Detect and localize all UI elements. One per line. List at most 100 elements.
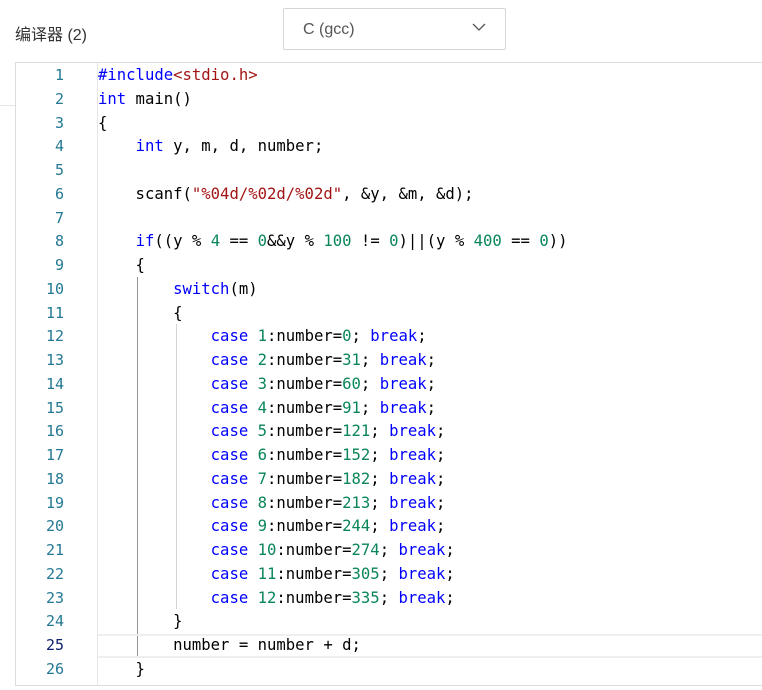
code-token: )): [548, 232, 568, 251]
code-line[interactable]: case 2:number=31; break;: [98, 349, 762, 373]
code-line[interactable]: {: [98, 254, 762, 278]
code-token: 9: [257, 517, 268, 536]
line-number: 4: [54, 137, 64, 156]
code-line[interactable]: #include<stdio.h>: [98, 64, 762, 88]
code-token: ;: [436, 517, 446, 536]
line-number: 15: [45, 398, 64, 417]
code-line[interactable]: {: [98, 302, 762, 326]
code-line[interactable]: case 12:number=335; break;: [98, 587, 762, 611]
line-number: 3: [54, 113, 64, 132]
code-token: ;: [370, 422, 390, 441]
code-token: ;: [370, 469, 390, 488]
code-area[interactable]: #include<stdio.h> int main(){ int y, m, d…: [98, 63, 762, 685]
code-token: :number=: [267, 446, 343, 465]
code-token: case: [210, 493, 249, 512]
code-line[interactable]: case 6:number=152; break;: [98, 444, 762, 468]
code-token: :number=: [267, 422, 343, 441]
code-token: ;: [426, 374, 437, 393]
code-token: scanf(: [98, 184, 192, 203]
code-line[interactable]: }: [98, 658, 762, 682]
divider: [0, 105, 15, 106]
line-number-gutter: 1 2 3 4 5 6 7 8 9 10 11 12 13 14 15 16 17 18 19 20 21 22 23 24 2…: [16, 63, 98, 685]
line-number: 22: [45, 564, 64, 583]
code-token: ;: [379, 541, 399, 560]
code-token: 182: [342, 469, 371, 488]
code-token: ;: [436, 469, 446, 488]
code-token: ;: [426, 398, 437, 417]
code-token: case: [210, 541, 249, 560]
code-token: 0: [389, 232, 399, 251]
code-line[interactable]: scanf("%04d/%02d/%02d", &y, &m, &d);: [98, 183, 762, 207]
code-token: case: [210, 374, 249, 393]
code-line[interactable]: case 4:number=91; break;: [98, 397, 762, 421]
code-token: ;: [417, 327, 427, 346]
code-token: break: [398, 541, 446, 560]
code-token: switch: [173, 279, 230, 298]
code-token: }: [98, 612, 183, 631]
code-token: case: [210, 469, 249, 488]
code-line[interactable]: number = number + d;: [98, 634, 762, 658]
code-token: ((y %: [154, 232, 211, 251]
code-token: 244: [342, 517, 371, 536]
code-token: <stdio.h>: [173, 66, 258, 84]
code-line[interactable]: case 9:number=244; break;: [98, 515, 762, 539]
code-token: :number=: [276, 564, 352, 583]
code-line[interactable]: case 7:number=182; break;: [98, 468, 762, 492]
code-line[interactable]: int main(): [98, 88, 762, 112]
code-token: break: [370, 327, 418, 346]
code-token: 0: [539, 232, 549, 251]
code-line[interactable]: }: [98, 610, 762, 634]
code-line[interactable]: case 1:number=0; break;: [98, 325, 762, 349]
code-line[interactable]: if((y % 4 == 0&&y % 100 != 0)||(y % 400 …: [98, 230, 762, 254]
code-line[interactable]: case 8:number=213; break;: [98, 492, 762, 516]
code-token: ;: [360, 374, 380, 393]
line-number: 20: [45, 517, 64, 536]
code-token: {: [98, 113, 108, 132]
line-number: 12: [45, 327, 64, 346]
line-number: 21: [45, 541, 64, 560]
line-number: 5: [54, 161, 64, 180]
code-line[interactable]: {: [98, 112, 762, 136]
line-number: 2: [54, 89, 64, 108]
code-line[interactable]: case 5:number=121; break;: [98, 420, 762, 444]
code-line[interactable]: [98, 159, 762, 183]
code-token: case: [210, 564, 249, 583]
code-token: ==: [501, 232, 540, 251]
line-number: 16: [45, 422, 64, 441]
compiler-select[interactable]: C (gcc): [283, 8, 506, 50]
code-token: break: [389, 469, 437, 488]
code-editor[interactable]: 1 2 3 4 5 6 7 8 9 10 11 12 13 14 15 16 17 18 19 20 21 22 23 24 2…: [15, 62, 762, 686]
code-token: break: [389, 493, 437, 512]
code-token: 4: [257, 398, 268, 417]
code-line[interactable]: int y, m, d, number;: [98, 135, 762, 159]
code-line[interactable]: [98, 207, 762, 231]
code-token: if: [135, 232, 155, 251]
code-token: break: [379, 351, 427, 370]
code-token: case: [210, 398, 249, 417]
code-token: {: [98, 256, 145, 275]
code-token: ;: [370, 517, 390, 536]
code-line[interactable]: switch(m): [98, 278, 762, 302]
code-line[interactable]: case 10:number=274; break;: [98, 539, 762, 563]
code-token: 100: [323, 232, 352, 251]
code-token: y, m, d, number;: [163, 137, 324, 156]
code-line[interactable]: case 3:number=60; break;: [98, 373, 762, 397]
code-token: :number=: [267, 327, 343, 346]
code-line[interactable]: case 11:number=305; break;: [98, 563, 762, 587]
code-token: 0: [342, 327, 352, 346]
